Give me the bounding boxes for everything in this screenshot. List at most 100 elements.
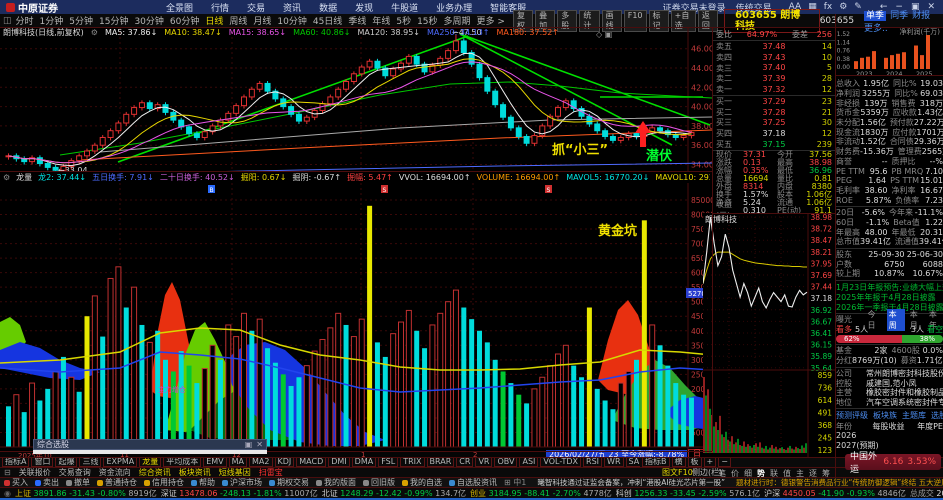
timeframe-分时[interactable]: 分时 — [16, 14, 34, 27]
timeframe-15秒[interactable]: 15秒 — [417, 14, 437, 27]
timeframe-月线[interactable]: 月线 — [253, 14, 271, 27]
indicator-tab-CR[interactable]: CR — [456, 457, 474, 467]
index-沪深[interactable]: 沪深 4450.05 -41.90 -0.93% 4846亿 — [764, 488, 906, 498]
menu-item-牛股道[interactable]: 牛股道 — [391, 1, 418, 14]
menu-item-全景图[interactable]: 全景图 — [166, 1, 193, 14]
intraday-mini-chart[interactable]: 38.98 38.72 38.47 38.21 37.95 37.69 37.44 37.18… — [703, 213, 835, 457]
svg-text:34.00: 34.00 — [691, 161, 712, 170]
f10-link-选股策略[interactable]: 选股策略 — [931, 410, 943, 421]
menu-item-交易[interactable]: 交易 — [247, 1, 265, 14]
indicator-tab-ASI[interactable]: ASI — [519, 457, 539, 467]
svg-text:46.00: 46.00 — [691, 45, 712, 54]
indicator-tab-DMI[interactable]: DMI — [328, 457, 350, 467]
timeframe-更多 >[interactable]: 更多 > — [477, 14, 505, 27]
timeframe-日线[interactable]: 日线 — [205, 14, 223, 27]
timeframe-1分钟[interactable]: 1分钟 — [40, 14, 64, 27]
stock-picker-window[interactable]: 综合选股 ▣ ✕ — [33, 439, 267, 454]
f10-news-line[interactable]: 2025年年报于4月28日披露 — [836, 292, 943, 302]
info-icon: ◉ — [4, 488, 11, 498]
f10-tab-同季[interactable]: 同季 — [890, 11, 908, 21]
timeframe-周线[interactable]: 周线 — [229, 14, 247, 27]
holder-row: 较上期 10.87% 10.67% — [836, 269, 943, 279]
indicator-tab-RSI[interactable]: RSI — [583, 457, 603, 467]
timeframe-5秒[interactable]: 5秒 — [396, 14, 411, 27]
func-综合资讯[interactable]: 综合资讯 — [139, 467, 171, 478]
indicator-extra-指标B[interactable]: 指标B — [642, 457, 670, 467]
close-icon[interactable]: ✕ — [256, 440, 263, 449]
indicator-tab-WR[interactable]: WR — [604, 457, 624, 467]
indicator-tab-MACD[interactable]: MACD — [296, 457, 327, 467]
indicator-tab-平均成本[interactable]: 平均成本 — [163, 457, 202, 467]
indicator-tab-VOL-TDX[interactable]: VOL-TDX — [540, 457, 582, 467]
divider — [0, 27, 943, 28]
indicator-tab-三线[interactable]: 三线 — [79, 457, 102, 467]
menu-item-数据[interactable]: 数据 — [319, 1, 337, 14]
timeframe-30分钟[interactable]: 30分钟 — [134, 14, 163, 27]
indicator-tab-FSL[interactable]: FSL — [378, 457, 399, 467]
indicator-tab-EMV[interactable]: EMV — [203, 457, 227, 467]
f10-link-预测评级[interactable]: 预测评级 — [836, 410, 868, 421]
stock-ticker-popup[interactable]: 中国外运 6.16 3.53% — [845, 452, 941, 475]
indicator-extra-−[interactable]: − — [718, 457, 731, 467]
indicator-tab-KDJ[interactable]: KDJ — [274, 457, 295, 467]
grid-icon[interactable]: ⊟ — [4, 468, 11, 477]
func-板块资讯[interactable]: 板块资讯 — [179, 467, 211, 478]
menu-item-业务办理[interactable]: 业务办理 — [436, 1, 472, 14]
index-上证[interactable]: 上证 3891.86 -31.43 -0.80% 8919亿 — [15, 488, 157, 498]
index-科创[interactable]: 科创 1256.33 -33.45 -2.59% 576.1亿 — [616, 488, 760, 498]
menu-item-行情[interactable]: 行情 — [211, 1, 229, 14]
timeframe-60分钟[interactable]: 60分钟 — [170, 14, 199, 27]
timeframe-季线[interactable]: 季线 — [348, 14, 366, 27]
f10-tab-财报[interactable]: 财报 — [912, 11, 930, 21]
layout-icon[interactable]: ◫ — [0, 16, 12, 26]
func-关联报价[interactable]: 关联报价 — [19, 467, 51, 478]
timeframe-45日线[interactable]: 45日线 — [313, 14, 342, 27]
func-扫雷宝[interactable]: 扫雷宝 — [259, 467, 283, 478]
indicator-tab-OBV[interactable]: OBV — [494, 457, 518, 467]
volume-chart[interactable]: 5000100001500020000250003000035000400004… — [0, 183, 712, 451]
timeframe-15分钟[interactable]: 15分钟 — [99, 14, 128, 27]
timeframe-多周期[interactable]: 多周期 — [444, 14, 471, 27]
vol-indicator-label: MAVOL5: 16770.20↓ — [566, 173, 650, 182]
indicator-tab-VR[interactable]: VR — [475, 457, 493, 467]
index-北证[interactable]: 北证 1248.29 -12.42 -0.99% 134.7亿 — [322, 488, 466, 498]
f10-link-板块族[interactable]: 板块族 — [873, 410, 897, 421]
gear-icon[interactable]: ⚙ — [3, 173, 10, 182]
restore-icon[interactable]: ▣ — [245, 440, 253, 449]
menu-item-发现[interactable]: 发现 — [355, 1, 373, 14]
f10-graphic-link[interactable]: 图文F10 — [662, 467, 693, 478]
timeframe-5分钟[interactable]: 5分钟 — [69, 14, 93, 27]
indicator-tab-BRAR[interactable]: BRAR — [426, 457, 455, 467]
func-短线基因[interactable]: 短线基因 — [219, 467, 251, 478]
indicator-tab-EXPMA[interactable]: EXPMA — [103, 457, 138, 467]
f10-link-主题库[interactable]: 主题库 — [902, 410, 926, 421]
indicator-tab-龙量[interactable]: 龙量 — [139, 457, 162, 467]
indicator-extra-板[interactable]: 板 — [687, 457, 702, 467]
indicator-tab-TRIX[interactable]: TRIX — [400, 457, 425, 467]
svg-text:潜伏: 潜伏 — [646, 148, 672, 164]
svg-text:37.44: 37.44 — [811, 283, 833, 292]
indicator-extra-横[interactable]: 横 — [671, 457, 686, 467]
f10-tab-单季[interactable]: 单季 — [864, 10, 887, 21]
popup-stock-name: 中国外运 — [850, 452, 878, 475]
indicator-tab-SAR[interactable]: SAR — [625, 457, 640, 467]
indicator-tab-MA[interactable]: MA — [228, 457, 248, 467]
indicator-tab-指标A[interactable]: 指标A — [2, 457, 30, 467]
f10-data-row: 总市值39.41亿流通值39.41亿 — [836, 237, 943, 247]
indicator-tab-起爆[interactable]: 起爆 — [55, 457, 78, 467]
indicator-extra-+[interactable]: + — [703, 457, 717, 467]
timeframe-10分钟[interactable]: 10分钟 — [277, 14, 306, 27]
candlestick-chart[interactable]: 46.00 44.00 42.00 40.00 38.00 36.00 34.00 ←47.5… — [0, 27, 712, 174]
menu-item-资讯[interactable]: 资讯 — [283, 1, 301, 14]
func-交易查询[interactable]: 交易查询 — [59, 467, 91, 478]
f10-news-line[interactable]: 1月23日年报预告:业绩大幅上升 — [836, 282, 943, 292]
stock-picker-titlebar[interactable]: 综合选股 ▣ ✕ — [33, 439, 267, 450]
timeframe-年线[interactable]: 年线 — [372, 14, 390, 27]
weibi-row: 委比 64.97% 委差 256 — [716, 29, 832, 39]
indicator-tab-窗口[interactable]: 窗口 — [31, 457, 54, 467]
indicator-tab-DMA[interactable]: DMA — [351, 457, 377, 467]
func-资金流向[interactable]: 资金流向 — [99, 467, 131, 478]
indicator-tab-MA2[interactable]: MA2 — [249, 457, 273, 467]
index-创业[interactable]: 创业 3184.95 -88.41 -2.70% 4778亿 — [470, 488, 612, 498]
index-深证[interactable]: 深证 13478.06 -248.13 -1.81% 11007亿 — [161, 488, 318, 498]
